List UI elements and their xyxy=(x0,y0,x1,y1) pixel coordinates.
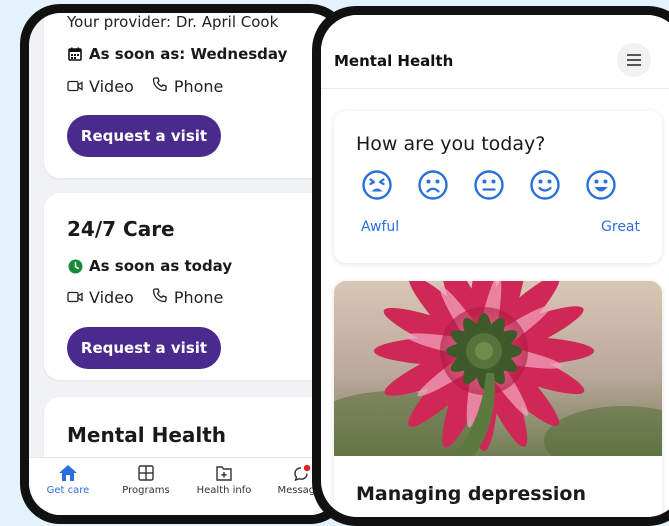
grid-icon xyxy=(136,464,156,482)
right-screen: Mental Health How are you today? Awful G… xyxy=(321,15,669,517)
phone-icon xyxy=(152,287,168,307)
video-option[interactable]: Video xyxy=(67,77,134,96)
mood-faces xyxy=(361,169,617,201)
video-label: Video xyxy=(89,76,134,96)
app-header: Mental Health xyxy=(321,15,669,89)
nav-label: Programs xyxy=(122,485,170,496)
smile-face-icon[interactable] xyxy=(529,169,561,201)
phone-label: Phone xyxy=(173,287,224,307)
availability-row: As soon as: Wednesday xyxy=(67,45,287,63)
video-option[interactable]: Video xyxy=(67,288,134,307)
clock-icon xyxy=(67,258,83,274)
article-card[interactable]: Managing depression xyxy=(334,281,662,517)
provider-card: Your provider: Dr. April Cook As soon as… xyxy=(44,13,341,178)
chat-icon xyxy=(292,464,312,482)
availability-text: As soon as today xyxy=(89,257,233,275)
folder-plus-icon xyxy=(214,464,234,482)
page-title: Mental Health xyxy=(334,52,454,70)
nav-label: Health info xyxy=(196,485,252,496)
nav-programs[interactable]: Programs xyxy=(114,464,178,496)
nav-label: Get care xyxy=(46,485,90,496)
card-title: Mental Health xyxy=(67,423,227,447)
video-label: Video xyxy=(89,287,134,307)
nav-get-care[interactable]: Get care xyxy=(36,464,100,496)
visit-modes: Video Phone xyxy=(67,287,223,307)
video-icon xyxy=(67,77,83,96)
happy-face-icon[interactable] xyxy=(585,169,617,201)
phone-icon xyxy=(152,76,168,96)
bottom-nav: Get care Programs Health info Messages xyxy=(29,457,341,515)
phone-option[interactable]: Phone xyxy=(152,76,224,96)
neutral-face-icon[interactable] xyxy=(473,169,505,201)
calendar-icon xyxy=(67,46,83,62)
request-visit-button[interactable]: Request a visit xyxy=(67,327,221,369)
mood-high-label: Great xyxy=(601,219,640,235)
flower-photo xyxy=(334,281,662,476)
mood-check-card: How are you today? Awful Great xyxy=(334,111,662,263)
video-icon xyxy=(67,288,83,307)
nav-health-info[interactable]: Health info xyxy=(192,464,256,496)
home-icon xyxy=(58,464,78,482)
care-24-7-card: 24/7 Care As soon as today Video Phone R… xyxy=(44,193,341,380)
sad-face-icon[interactable] xyxy=(417,169,449,201)
right-phone: Mental Health How are you today? Awful G… xyxy=(312,6,669,526)
left-screen: Your provider: Dr. April Cook As soon as… xyxy=(29,13,341,515)
visit-modes: Video Phone xyxy=(67,76,223,96)
mood-question: How are you today? xyxy=(356,133,546,155)
hamburger-icon xyxy=(627,51,641,70)
awful-face-icon[interactable] xyxy=(361,169,393,201)
availability-row: As soon as today xyxy=(67,257,232,275)
availability-text: As soon as: Wednesday xyxy=(89,45,288,63)
card-title: 24/7 Care xyxy=(67,217,175,241)
mood-low-label: Awful xyxy=(361,219,400,235)
phone-option[interactable]: Phone xyxy=(152,287,224,307)
phone-label: Phone xyxy=(173,76,224,96)
menu-button[interactable] xyxy=(617,43,651,77)
request-visit-button[interactable]: Request a visit xyxy=(67,115,221,157)
left-phone: Your provider: Dr. April Cook As soon as… xyxy=(20,4,350,524)
article-title: Managing depression xyxy=(356,483,586,505)
provider-name: Your provider: Dr. April Cook xyxy=(67,13,279,31)
